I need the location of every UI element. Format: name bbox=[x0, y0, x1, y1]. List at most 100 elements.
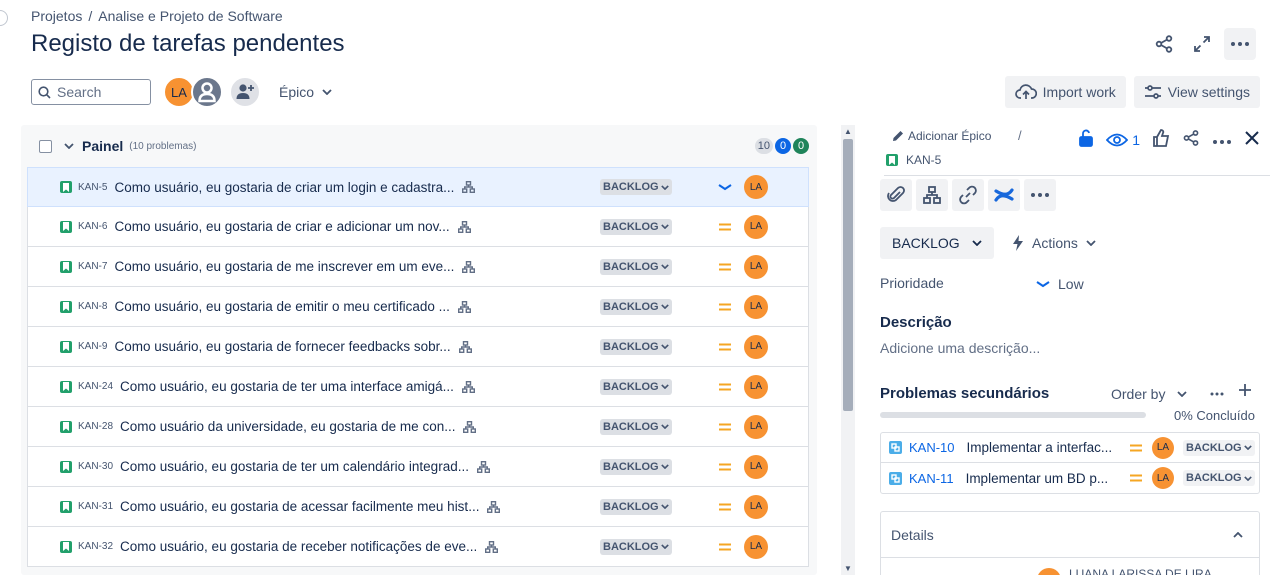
issue-row[interactable]: KAN-9 Como usuário, eu gostaria de fornec… bbox=[27, 327, 809, 367]
order-by-dropdown[interactable]: Order by bbox=[1111, 386, 1188, 402]
assignee-avatar[interactable]: LA bbox=[1152, 436, 1174, 459]
issue-key[interactable]: KAN-6 bbox=[78, 221, 107, 232]
assignee-avatar[interactable]: LA bbox=[744, 414, 768, 439]
child-issue-summary[interactable]: Implementar um BD p... bbox=[966, 471, 1109, 486]
attach-button[interactable] bbox=[880, 179, 912, 211]
collapse-sidebar-button[interactable] bbox=[0, 10, 8, 26]
issue-row[interactable]: KAN-5 Como usuário, eu gostaria de criar … bbox=[27, 167, 809, 207]
child-issues-icon[interactable] bbox=[463, 420, 477, 433]
issue-summary[interactable]: Como usuário, eu gostaria de fornecer fe… bbox=[114, 339, 450, 354]
more-quick-actions-button[interactable] bbox=[1024, 179, 1056, 211]
status-lozenge[interactable]: BACKLOG bbox=[600, 179, 672, 195]
scroll-down-arrow[interactable]: ▼ bbox=[844, 564, 852, 573]
add-subtask-button[interactable] bbox=[1238, 383, 1252, 402]
actions-dropdown[interactable]: Actions bbox=[1008, 227, 1100, 259]
add-child-button[interactable] bbox=[916, 179, 948, 211]
add-people-button[interactable] bbox=[229, 76, 261, 108]
issue-row[interactable]: KAN-31 Como usuário, eu gostaria de acess… bbox=[27, 487, 809, 527]
issue-row[interactable]: KAN-28 Como usuário da universidade, eu g… bbox=[27, 407, 809, 447]
issue-key[interactable]: KAN-7 bbox=[78, 261, 107, 272]
breadcrumb-project-link[interactable]: Analise e Projeto de Software bbox=[98, 8, 282, 24]
issue-key[interactable]: KAN-9 bbox=[78, 341, 107, 352]
child-issue-row[interactable]: KAN-11 Implementar um BD p... LA BACKLOG bbox=[881, 463, 1259, 493]
select-all-checkbox[interactable] bbox=[39, 139, 52, 153]
issue-row[interactable]: KAN-8 Como usuário, eu gostaria de emitir… bbox=[27, 287, 809, 327]
detail-more-button[interactable] bbox=[1212, 132, 1232, 148]
child-issues-icon[interactable] bbox=[461, 380, 475, 393]
issue-key-link[interactable]: KAN-5 bbox=[886, 153, 941, 167]
issue-key[interactable]: KAN-31 bbox=[78, 501, 113, 512]
status-lozenge[interactable]: BACKLOG bbox=[600, 458, 672, 475]
child-issue-key[interactable]: KAN-10 bbox=[909, 440, 955, 455]
issue-key[interactable]: KAN-28 bbox=[78, 421, 113, 432]
status-lozenge[interactable]: BACKLOG bbox=[600, 378, 672, 395]
assignee-avatar[interactable]: LA bbox=[744, 254, 768, 279]
child-issues-icon[interactable] bbox=[485, 540, 499, 553]
child-issue-row[interactable]: KAN-10 Implementar a interfac... LA BACKLOG bbox=[881, 433, 1259, 463]
child-issues-icon[interactable] bbox=[457, 220, 471, 233]
issue-key[interactable]: KAN-24 bbox=[78, 381, 113, 392]
details-toggle[interactable]: Details bbox=[881, 512, 1259, 558]
issue-summary[interactable]: Como usuário, eu gostaria de receber not… bbox=[120, 539, 477, 554]
confluence-button[interactable] bbox=[988, 179, 1020, 211]
assignee-avatar[interactable]: LA bbox=[744, 494, 768, 519]
issue-summary[interactable]: Como usuário, eu gostaria de ter um cale… bbox=[120, 459, 469, 474]
fullscreen-button[interactable] bbox=[1186, 28, 1218, 60]
child-issues-icon[interactable] bbox=[462, 181, 476, 193]
assignee-avatar[interactable]: LA bbox=[744, 534, 768, 559]
collapse-panel-toggle[interactable] bbox=[64, 143, 74, 149]
issue-summary[interactable]: Como usuário, eu gostaria de criar e adi… bbox=[114, 219, 449, 234]
watch-button[interactable]: 1 bbox=[1106, 132, 1140, 148]
restrictions-button[interactable] bbox=[1078, 129, 1094, 150]
child-issues-icon[interactable] bbox=[487, 500, 501, 513]
issue-key[interactable]: KAN-8 bbox=[78, 301, 107, 312]
child-issue-summary[interactable]: Implementar a interfac... bbox=[967, 440, 1113, 455]
subtask-more-button[interactable] bbox=[1210, 383, 1224, 402]
search-input[interactable]: Search bbox=[31, 79, 151, 105]
issue-summary[interactable]: Como usuário, eu gostaria de criar um lo… bbox=[114, 180, 454, 195]
import-work-button[interactable]: Import work bbox=[1004, 76, 1126, 108]
issue-key[interactable]: KAN-5 bbox=[78, 182, 107, 193]
status-lozenge[interactable]: BACKLOG bbox=[1183, 439, 1255, 456]
child-issues-icon[interactable] bbox=[457, 300, 471, 313]
child-issue-key[interactable]: KAN-11 bbox=[909, 471, 954, 486]
issue-key[interactable]: KAN-30 bbox=[78, 461, 113, 472]
child-issues-icon[interactable] bbox=[476, 460, 490, 473]
status-lozenge[interactable]: BACKLOG bbox=[600, 418, 672, 435]
assignee-avatar[interactable]: LA bbox=[744, 294, 768, 319]
status-dropdown[interactable]: BACKLOG bbox=[880, 227, 994, 259]
like-button[interactable] bbox=[1152, 129, 1170, 150]
status-lozenge[interactable]: BACKLOG bbox=[600, 298, 672, 315]
assignee-avatar[interactable]: LA bbox=[744, 334, 768, 359]
link-issue-button[interactable] bbox=[952, 179, 984, 211]
view-settings-button[interactable]: View settings bbox=[1133, 76, 1260, 108]
assignee-avatar[interactable]: LA bbox=[744, 214, 768, 239]
assignee-avatar[interactable]: LA bbox=[744, 175, 768, 199]
child-issues-icon[interactable] bbox=[458, 340, 472, 353]
epic-filter-dropdown[interactable]: Épico bbox=[279, 84, 332, 100]
status-lozenge[interactable]: BACKLOG bbox=[600, 538, 672, 555]
scrollbar-thumb[interactable] bbox=[843, 139, 853, 411]
issue-row[interactable]: KAN-30 Como usuário, eu gostaria de ter u… bbox=[27, 447, 809, 487]
issue-row[interactable]: KAN-6 Como usuário, eu gostaria de criar … bbox=[27, 207, 809, 247]
backlog-scrollbar[interactable]: ▲ ▼ bbox=[841, 125, 855, 575]
add-epic-button[interactable]: Adicionar Épico bbox=[892, 129, 991, 143]
share-button[interactable] bbox=[1148, 28, 1180, 60]
issue-summary[interactable]: Como usuário, eu gostaria de ter uma int… bbox=[120, 379, 454, 394]
close-detail-button[interactable] bbox=[1244, 130, 1260, 149]
issue-summary[interactable]: Como usuário, eu gostaria de me inscreve… bbox=[114, 259, 454, 274]
description-field[interactable]: Adicione uma descrição... bbox=[880, 340, 1040, 356]
issue-summary[interactable]: Como usuário da universidade, eu gostari… bbox=[120, 419, 455, 434]
issue-row[interactable]: KAN-7 Como usuário, eu gostaria de me ins… bbox=[27, 247, 809, 287]
child-issues-icon[interactable] bbox=[462, 260, 476, 273]
issue-row[interactable]: KAN-32 Como usuário, eu gostaria de receb… bbox=[27, 527, 809, 567]
status-lozenge[interactable]: BACKLOG bbox=[1183, 470, 1255, 486]
scroll-up-arrow[interactable]: ▲ bbox=[844, 127, 852, 136]
status-lozenge[interactable]: BACKLOG bbox=[600, 498, 672, 515]
avatar-unassigned[interactable] bbox=[191, 76, 223, 108]
status-lozenge[interactable]: BACKLOG bbox=[600, 218, 672, 235]
status-lozenge[interactable]: BACKLOG bbox=[600, 258, 672, 275]
issue-key[interactable]: KAN-32 bbox=[78, 541, 113, 552]
assignee-avatar[interactable]: LA bbox=[1152, 467, 1174, 489]
issue-summary[interactable]: Como usuário, eu gostaria de emitir o me… bbox=[114, 299, 449, 314]
